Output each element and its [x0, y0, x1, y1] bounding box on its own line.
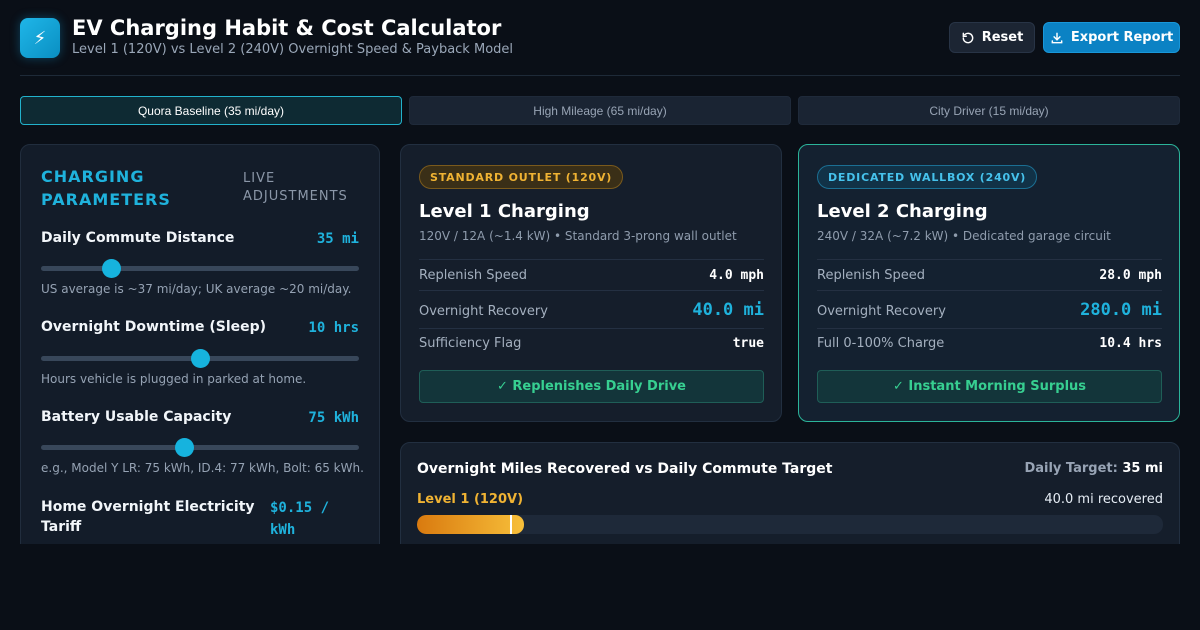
level2-row-recovery: Overnight Recovery 280.0 mi [817, 290, 1162, 328]
reset-icon [962, 32, 974, 43]
row-label: Replenish Speed [419, 268, 528, 283]
miles-chart-title: Overnight Miles Recovered vs Daily Commu… [417, 461, 833, 477]
battery-capacity-label: Battery Usable Capacity [41, 409, 232, 425]
page-bottom-background [0, 544, 1200, 630]
battery-capacity-slider[interactable] [41, 438, 359, 457]
level1-bar-label: Level 1 (120V) [417, 492, 524, 507]
level2-subtitle: 240V / 32A (~7.2 kW) • Dedicated garage … [817, 229, 1111, 243]
tab-quora-baseline[interactable]: Quora Baseline (35 mi/day) [20, 96, 402, 125]
reset-button[interactable]: Reset [949, 22, 1035, 53]
level1-badge: STANDARD OUTLET (120V) [419, 165, 624, 189]
commute-distance-value: 35 mi [316, 231, 359, 247]
battery-capacity-hint: e.g., Model Y LR: 75 kWh, ID.4: 77 kWh, … [41, 461, 364, 475]
level1-row-speed: Replenish Speed 4.0 mph [419, 259, 764, 290]
downtime-thumb[interactable] [191, 349, 210, 368]
level1-title: Level 1 Charging [419, 201, 590, 222]
level1-status-banner: ✓ Replenishes Daily Drive [419, 370, 764, 403]
reset-label: Reset [981, 30, 1024, 45]
commute-distance-label: Daily Commute Distance [41, 230, 235, 246]
daily-target: Daily Target: 35 mi [1024, 461, 1163, 476]
export-report-button[interactable]: Export Report [1043, 22, 1180, 53]
page-title: EV Charging Habit & Cost Calculator [72, 16, 502, 40]
level2-card: DEDICATED WALLBOX (240V) Level 2 Chargin… [798, 144, 1180, 422]
level1-bar-fill [417, 515, 524, 534]
level1-row-recovery: Overnight Recovery 40.0 mi [419, 290, 764, 328]
level2-status-banner: ✓ Instant Morning Surplus [817, 370, 1162, 403]
row-label: Sufficiency Flag [419, 336, 522, 351]
export-label: Export Report [1070, 30, 1174, 45]
row-label: Replenish Speed [817, 268, 926, 283]
electricity-tariff-value: $0.15 / kWh [270, 500, 330, 538]
tab-city-driver[interactable]: City Driver (15 mi/day) [798, 96, 1180, 125]
daily-target-value: 35 mi [1122, 461, 1163, 476]
row-value: 280.0 mi [1080, 300, 1162, 320]
level2-row-speed: Replenish Speed 28.0 mph [817, 259, 1162, 290]
row-label: Overnight Recovery [817, 304, 946, 319]
downtime-label: Overnight Downtime (Sleep) [41, 319, 267, 335]
level1-row-sufficiency: Sufficiency Flag true [419, 328, 764, 359]
commute-distance-hint: US average is ~37 mi/day; UK average ~20… [41, 282, 352, 296]
row-label: Full 0-100% Charge [817, 336, 945, 351]
row-value: 4.0 mph [709, 268, 764, 283]
commute-distance-thumb[interactable] [101, 259, 121, 278]
app-header: ⚡ EV Charging Habit & Cost Calculator Le… [20, 14, 1180, 76]
row-label: Overnight Recovery [419, 304, 548, 319]
battery-capacity-value: 75 kWh [308, 410, 359, 426]
downtime-slider[interactable] [41, 349, 359, 368]
download-icon [1051, 32, 1063, 43]
tab-high-mileage[interactable]: High Mileage (65 mi/day) [409, 96, 791, 125]
commute-distance-slider[interactable] [41, 259, 359, 278]
electricity-tariff-label: Home Overnight Electricity Tariff [41, 499, 255, 535]
bolt-icon: ⚡ [20, 18, 60, 58]
level2-title: Level 2 Charging [817, 201, 988, 222]
row-value: 28.0 mph [1099, 268, 1162, 283]
level2-badge: DEDICATED WALLBOX (240V) [817, 165, 1038, 189]
row-value: 40.0 mi [692, 300, 764, 320]
level2-row-full-charge: Full 0-100% Charge 10.4 hrs [817, 328, 1162, 359]
live-adjustments-label: LIVE ADJUSTMENTS [243, 171, 348, 204]
daily-target-marker [510, 515, 513, 534]
level1-bar-note: 40.0 mi recovered [1044, 492, 1163, 507]
battery-capacity-thumb[interactable] [175, 438, 195, 457]
downtime-hint: Hours vehicle is plugged in parked at ho… [41, 372, 307, 386]
level1-card: STANDARD OUTLET (120V) Level 1 Charging … [400, 144, 782, 422]
parameters-title: CHARGING PARAMETERS [41, 167, 171, 209]
level1-bar-track [417, 515, 1163, 534]
daily-target-label: Daily Target: [1024, 461, 1118, 476]
row-value: true [732, 336, 764, 351]
row-value: 10.4 hrs [1099, 336, 1162, 351]
page-subtitle: Level 1 (120V) vs Level 2 (240V) Overnig… [72, 42, 514, 57]
downtime-value: 10 hrs [308, 320, 359, 336]
level1-subtitle: 120V / 12A (~1.4 kW) • Standard 3-prong … [419, 229, 737, 243]
charging-parameters-panel: CHARGING PARAMETERS LIVE ADJUSTMENTS Dai… [20, 144, 380, 564]
